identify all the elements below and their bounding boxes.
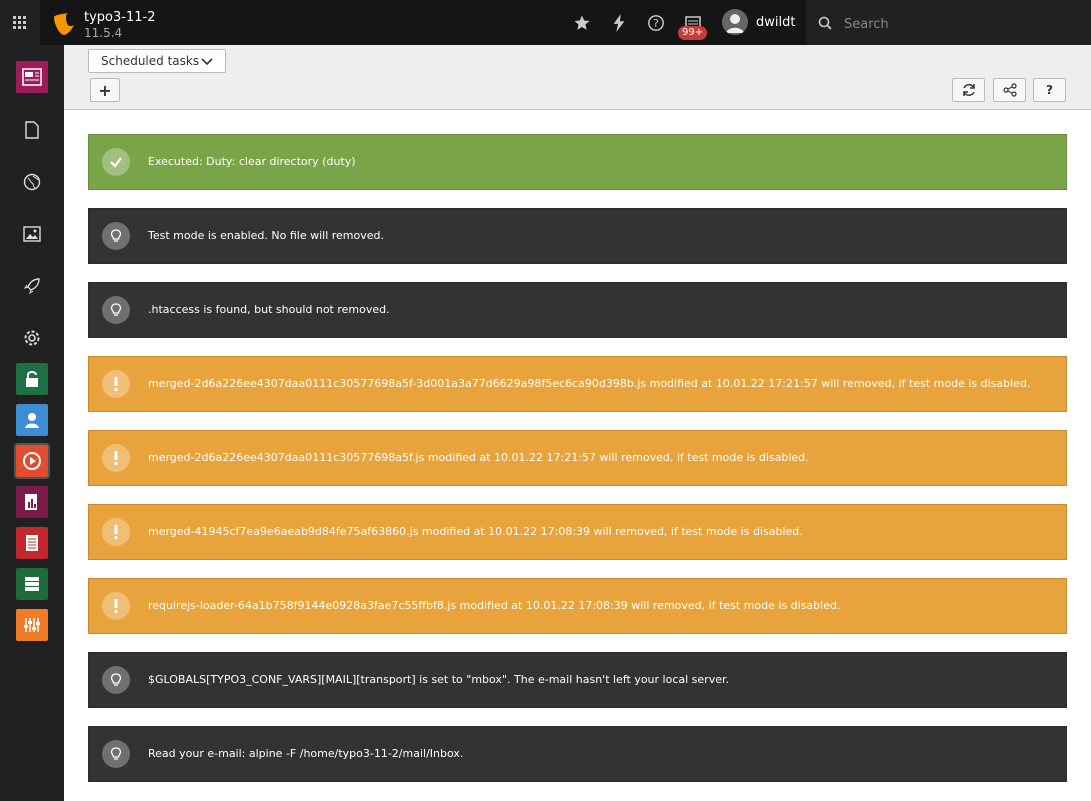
exclamation-icon [102,592,130,620]
share-icon [1002,83,1017,97]
list-module-icon[interactable] [16,114,48,146]
backend-users-module-icon[interactable] [16,404,48,436]
log-module-icon[interactable] [16,527,48,559]
message-text: .htaccess is found, but should not remov… [148,303,390,316]
exclamation-icon [102,518,130,546]
function-select-value: Scheduled tasks [101,54,200,68]
message-text: $GLOBALS[TYPO3_CONF_VARS][MAIL][transpor… [148,673,729,686]
search-input[interactable] [842,12,1086,36]
topbar: typo3-11-2 11.5.4 ? 99+ dwildt [0,0,1091,45]
help-icon[interactable]: ? [645,12,667,34]
message-text: Read your e-mail: alpine -F /home/typo3-… [148,747,464,760]
workspaces-module-icon[interactable] [16,270,48,302]
typo3-logo-icon [54,13,74,35]
notification-badge: 99+ [678,26,708,40]
access-module-icon[interactable] [16,363,48,395]
exclamation-icon [102,444,130,472]
lightbulb-icon [102,296,130,324]
apps-grid-icon[interactable] [0,0,40,45]
exclamation-icon [102,370,130,398]
view-module-icon[interactable] [16,166,48,198]
reports-module-icon[interactable] [16,486,48,518]
star-icon[interactable] [571,12,593,34]
settings-module-icon[interactable] [16,322,48,354]
message-text: Test mode is enabled. No file will remov… [148,229,385,242]
reload-icon [962,84,975,96]
module-menu [0,45,64,801]
add-label: + [98,80,112,100]
share-button[interactable] [993,78,1026,102]
svg-text:?: ? [653,17,659,30]
message-text: Executed: Duty: clear directory (duty) [148,155,356,168]
add-task-button[interactable]: + [90,78,120,102]
message-text: merged-41945cf7ea9e6aeab9d84fe75af63860.… [148,525,803,538]
flash-message-info: .htaccess is found, but should not remov… [88,282,1067,338]
flash-message-warning: merged-2d6a226ee4307daa0111c30577698a5f-… [88,356,1067,412]
avatar [722,9,748,35]
flash-message-warning: merged-41945cf7ea9e6aeab9d84fe75af63860.… [88,504,1067,560]
lightbulb-icon [102,666,130,694]
help-label: ? [1046,83,1053,97]
function-select[interactable]: Scheduled tasks [88,49,226,73]
flash-message-info: $GLOBALS[TYPO3_CONF_VARS][MAIL][transpor… [88,652,1067,708]
configuration-module-icon[interactable] [16,609,48,641]
filelist-module-icon[interactable] [16,218,48,250]
flash-message-ok: Executed: Duty: clear directory (duty) [88,134,1067,190]
user-menu[interactable]: dwildt [722,9,795,35]
site-version: 11.5.4 [84,26,123,40]
flash-message-info: Test mode is enabled. No file will remov… [88,208,1067,264]
message-text: merged-2d6a226ee4307daa0111c30577698a5f.… [148,451,809,464]
chevron-down-icon [201,58,213,66]
scheduler-module-icon[interactable] [16,445,48,477]
lightbulb-icon [102,740,130,768]
site-name: typo3-11-2 [84,10,156,25]
lightbulb-icon [102,222,130,250]
flash-message-warning: requirejs-loader-64a1b758f9144e0928a3fae… [88,578,1067,634]
flash-message-info: Read your e-mail: alpine -F /home/typo3-… [88,726,1067,782]
site-info[interactable]: typo3-11-2 11.5.4 [40,0,200,45]
reload-button[interactable] [952,78,985,102]
message-text: requirejs-loader-64a1b758f9144e0928a3fae… [148,599,841,612]
message-text: merged-2d6a226ee4307daa0111c30577698a5f-… [148,377,1031,390]
doc-header: Scheduled tasks + ? [64,45,1091,110]
page-module-icon[interactable] [16,61,48,93]
search-icon [818,16,832,30]
username: dwildt [756,14,796,30]
db-check-module-icon[interactable] [16,568,48,600]
search-area [806,0,1091,45]
bolt-icon[interactable] [608,12,630,34]
help-button[interactable]: ? [1033,78,1066,102]
flash-message-warning: merged-2d6a226ee4307daa0111c30577698a5f.… [88,430,1067,486]
content-area: Executed: Duty: clear directory (duty) T… [64,110,1091,801]
check-icon [102,148,130,176]
